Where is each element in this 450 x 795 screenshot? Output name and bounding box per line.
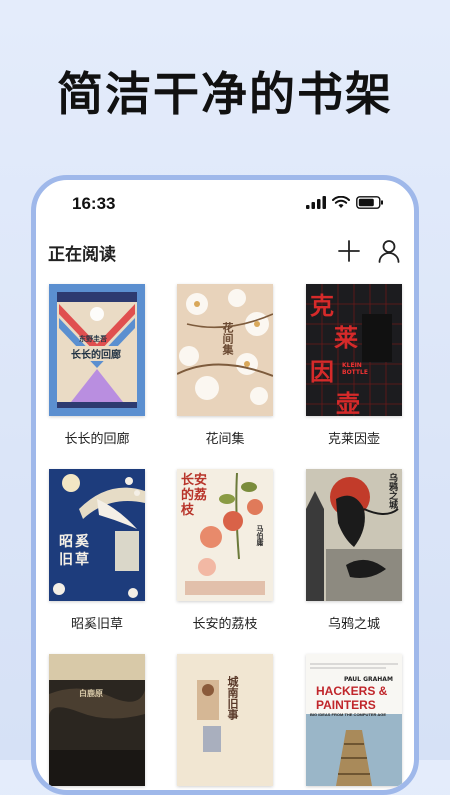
book-item[interactable]: 花间集 花间集 xyxy=(177,284,273,447)
book-title: 乌鸦之城 xyxy=(327,617,380,632)
cover-title: 乌鸦之城 xyxy=(387,473,397,509)
cover-title-char: 草 xyxy=(75,552,89,568)
status-bar: 16:33 xyxy=(36,180,414,220)
book-cover: 白鹿原 xyxy=(49,654,145,786)
add-icon[interactable] xyxy=(336,238,362,264)
app-bar: 正在阅读 xyxy=(36,232,414,272)
book-cover: 克 莱 因 壶 KLEIN BOTTLE xyxy=(306,284,402,416)
wifi-icon xyxy=(332,196,350,208)
book-item[interactable]: 城南旧事 xyxy=(177,654,273,790)
cover-subtitle: KLEIN BOTTLE xyxy=(342,362,368,376)
cover-title-line: PAINTERS xyxy=(316,698,376,712)
book-cover: 昭 奚 旧 草 xyxy=(49,469,145,601)
cover-title: 城南旧事 xyxy=(226,676,239,720)
cover-title-char: 壶 xyxy=(336,390,360,416)
cover-title: 长长的回廊 xyxy=(71,346,121,361)
cover-title-char: 克 xyxy=(310,292,334,320)
book-title: 花间集 xyxy=(205,432,245,447)
book-cover: 东野圭吾 长长的回廊 xyxy=(49,284,145,416)
cover-title-char: 奚 xyxy=(75,534,89,550)
cover-title: 长安的荔枝 xyxy=(181,473,208,518)
signal-icon xyxy=(306,196,326,209)
cover-title-char: 因 xyxy=(310,358,334,386)
book-cover: 乌鸦之城 xyxy=(306,469,402,601)
status-time: 16:33 xyxy=(72,194,116,213)
book-title: 克莱因壶 xyxy=(327,432,380,447)
book-cover: PAUL GRAHAM HACKERS & PAINTERS BIG IDEAS… xyxy=(306,654,402,786)
book-cover: 城南旧事 xyxy=(177,654,273,786)
phone-frame: 16:33 正在阅读 东野圭吾 长长的回廊 长长的回廊 花间集 花间集 克 莱 … xyxy=(31,175,419,795)
cover-title-char: 旧 xyxy=(59,552,73,568)
book-title: 长长的回廊 xyxy=(64,432,130,447)
cover-title: 花间集 xyxy=(221,322,234,355)
book-item[interactable]: 东野圭吾 长长的回廊 长长的回廊 xyxy=(49,284,145,447)
book-item[interactable]: 白鹿原 xyxy=(49,654,145,790)
page-title: 正在阅读 xyxy=(48,245,116,265)
book-item[interactable]: 长安的荔枝 马伯庸 长安的荔枝 xyxy=(177,469,273,632)
page-headline: 简洁干净的书架 xyxy=(57,67,393,121)
book-item[interactable]: 克 莱 因 壶 KLEIN BOTTLE 克莱因壶 xyxy=(306,284,402,447)
book-cover: 花间集 xyxy=(177,284,273,416)
cover-author: 东野圭吾 xyxy=(79,335,107,343)
cover-subtitle: BIG IDEAS FROM THE COMPUTER AGE xyxy=(310,712,387,717)
cover-title-line: HACKERS & xyxy=(316,684,388,698)
battery-icon xyxy=(356,196,383,209)
book-item[interactable]: PAUL GRAHAM HACKERS & PAINTERS BIG IDEAS… xyxy=(306,654,402,790)
book-item[interactable]: 乌鸦之城 乌鸦之城 xyxy=(306,469,402,632)
cover-title-char: 莱 xyxy=(334,324,358,352)
book-title: 昭奚旧草 xyxy=(70,617,123,632)
book-item[interactable]: 昭 奚 旧 草 昭奚旧草 xyxy=(49,469,145,632)
cover-title-char: 昭 xyxy=(59,534,73,550)
cover-author: 马伯庸 xyxy=(256,525,264,546)
user-icon[interactable] xyxy=(376,238,402,264)
book-title: 长安的荔枝 xyxy=(192,617,258,632)
cover-title: 白鹿原 xyxy=(79,689,103,698)
book-cover: 长安的荔枝 马伯庸 xyxy=(177,469,273,601)
cover-author: PAUL GRAHAM xyxy=(344,676,393,683)
